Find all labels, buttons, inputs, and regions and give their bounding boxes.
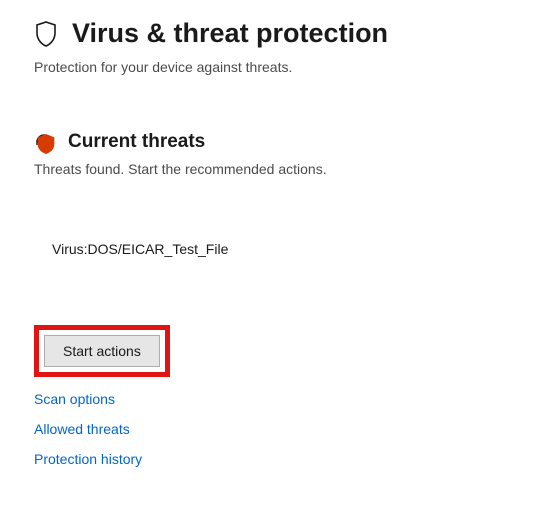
shield-icon	[34, 20, 58, 48]
scan-options-link[interactable]: Scan options	[34, 391, 526, 407]
actions-area: Start actions Scan options Allowed threa…	[34, 325, 526, 467]
history-icon	[34, 132, 54, 152]
protection-history-link[interactable]: Protection history	[34, 451, 526, 467]
section-title: Current threats	[68, 131, 205, 153]
threat-item: Virus:DOS/EICAR_Test_File	[52, 241, 526, 257]
links-list: Scan options Allowed threats Protection …	[34, 391, 526, 467]
page-title: Virus & threat protection	[72, 18, 388, 49]
section-header: Current threats	[34, 131, 526, 153]
start-actions-button[interactable]: Start actions	[44, 335, 160, 367]
current-threats-section: Current threats Threats found. Start the…	[34, 131, 526, 467]
threat-name: Virus:DOS/EICAR_Test_File	[52, 241, 228, 257]
page-header: Virus & threat protection	[34, 18, 526, 49]
section-subtitle: Threats found. Start the recommended act…	[34, 161, 526, 177]
allowed-threats-link[interactable]: Allowed threats	[34, 421, 526, 437]
page-subtitle: Protection for your device against threa…	[34, 59, 526, 75]
highlight-box: Start actions	[34, 325, 170, 377]
